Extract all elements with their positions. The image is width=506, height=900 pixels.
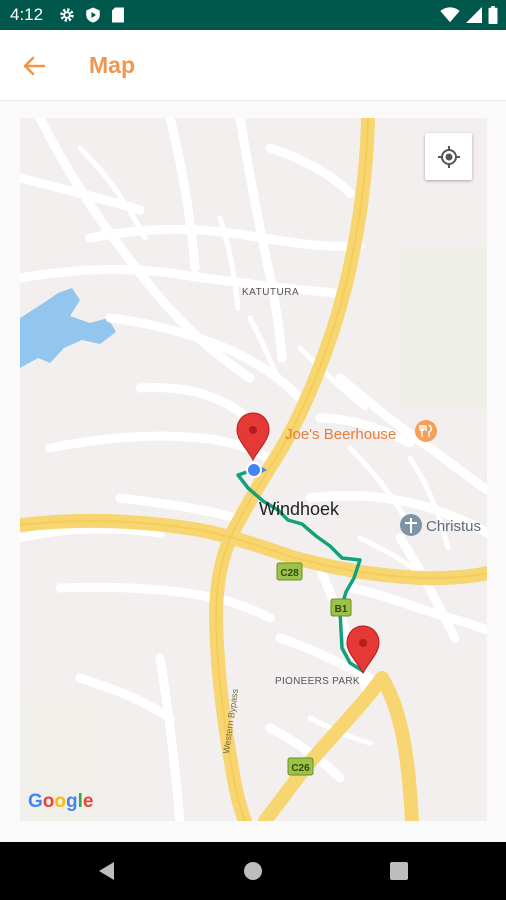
road-shield-c26-label: C26 xyxy=(291,763,310,774)
app-bar: Map xyxy=(0,30,506,101)
arrow-back-icon xyxy=(23,56,46,76)
system-nav-bar xyxy=(0,842,506,900)
home-circle-icon xyxy=(244,862,262,880)
my-location-icon xyxy=(437,145,460,168)
map-canvas[interactable]: C28 B1 C26 KATUTURA Windhoek PIONEERS PA… xyxy=(20,118,487,821)
sd-card-icon xyxy=(112,7,124,23)
battery-icon xyxy=(488,6,498,24)
status-bar: 4:12 xyxy=(0,0,506,30)
road-shield-b1-label: B1 xyxy=(335,604,348,615)
back-button[interactable] xyxy=(18,50,50,82)
city-label-windhoek: Windhoek xyxy=(259,499,340,519)
nav-home-button[interactable] xyxy=(238,856,268,886)
poi-label-joes-beerhouse[interactable]: Joe's Beerhouse xyxy=(285,426,396,443)
my-location-button[interactable] xyxy=(425,133,472,180)
play-protect-icon xyxy=(86,7,100,23)
nav-recents-button[interactable] xyxy=(384,856,414,886)
poi-restaurant-marker[interactable] xyxy=(415,420,437,442)
page-title: Map xyxy=(89,52,135,78)
district-label-katutura: KATUTURA xyxy=(242,287,299,298)
map-view[interactable]: C28 B1 C26 KATUTURA Windhoek PIONEERS PA… xyxy=(20,118,487,821)
poi-church-marker[interactable] xyxy=(400,514,422,536)
road-shield-c28-label: C28 xyxy=(280,568,299,579)
recents-square-icon xyxy=(390,862,408,880)
poi-label-christus[interactable]: Christus xyxy=(426,518,481,535)
back-triangle-icon xyxy=(99,862,114,880)
signal-icon xyxy=(466,7,482,23)
wifi-icon xyxy=(440,7,460,23)
svg-text:Google: Google xyxy=(28,791,93,812)
gear-icon xyxy=(60,8,74,22)
nav-back-button[interactable] xyxy=(92,856,122,886)
google-logo: Google xyxy=(28,791,93,812)
status-time: 4:12 xyxy=(10,5,44,24)
district-label-pioneers-park: PIONEERS PARK xyxy=(275,676,360,687)
